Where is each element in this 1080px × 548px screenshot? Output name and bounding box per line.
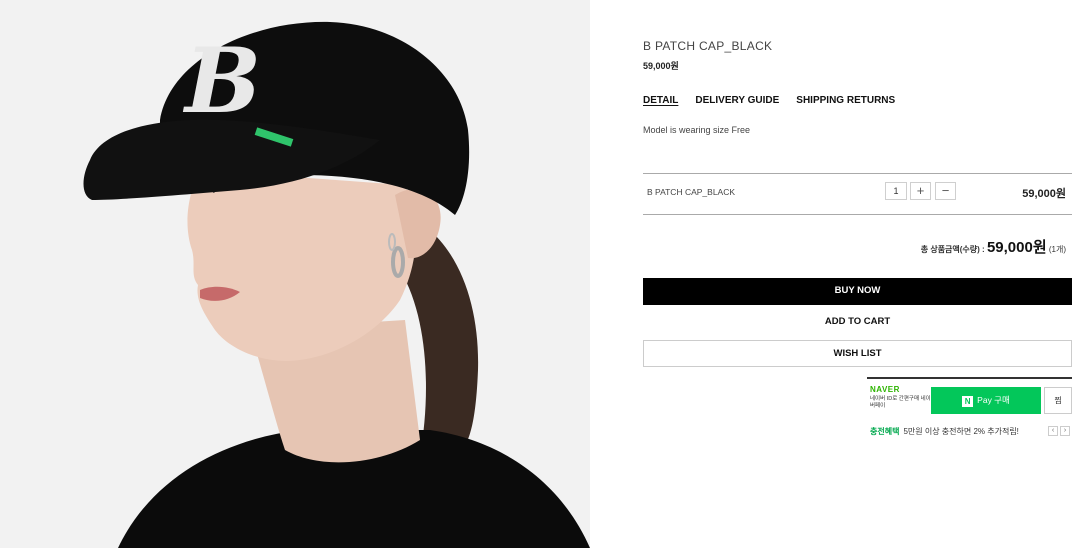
total-price: 총 상품금액(수량) : 59,000원 (1개) [921, 236, 1066, 257]
product-title: B PATCH CAP_BLACK [643, 39, 773, 53]
naver-subtitle: 네이버 ID로 간편구매 네이버페이 [870, 396, 931, 409]
total-label: 총 상품금액(수량) : [920, 245, 987, 254]
option-price: 59,000원 [1022, 188, 1066, 200]
naver-n-icon: N [962, 396, 974, 407]
naver-promo-arrows: ‹ › [1048, 426, 1070, 436]
wish-list-button[interactable]: WISH LIST [643, 340, 1072, 367]
naver-pay-label: Pay 구매 [977, 395, 1010, 405]
cap-letter-b: B [182, 28, 261, 134]
product-photo: B [0, 0, 590, 548]
naver-promo-body: 5만원 이상 충전하면 2% 추가적립! [903, 427, 1019, 436]
tab-delivery-guide[interactable]: DELIVERY GUIDE [695, 95, 779, 106]
add-to-cart-button[interactable]: ADD TO CART [643, 309, 1072, 336]
model-wearing-cap-image: B [0, 0, 590, 548]
naver-pay-button[interactable]: N Pay 구매 [931, 387, 1041, 414]
naver-logo: NAVER [870, 385, 900, 394]
chevron-left-icon[interactable]: ‹ [1048, 426, 1058, 436]
quantity-input[interactable]: 1 [885, 182, 907, 200]
product-page: B B PATCH CAP_BLACK 59,000원 DETAIL DELIV… [0, 0, 1080, 548]
option-name: B PATCH CAP_BLACK [647, 187, 736, 197]
total-amount: 59,000원 [986, 239, 1047, 256]
tab-detail[interactable]: DETAIL [643, 95, 678, 106]
naver-promo-text: 충전혜택 5만원 이상 충전하면 2% 추가적립! [870, 426, 1019, 437]
naver-pay-widget: NAVER 네이버 ID로 간편구매 네이버페이 N Pay 구매 찜 [867, 377, 1072, 417]
selected-option-row: B PATCH CAP_BLACK 1 + − 59,000원 [643, 173, 1072, 215]
naver-jjim-button[interactable]: 찜 [1044, 387, 1072, 414]
chevron-right-icon[interactable]: › [1060, 426, 1070, 436]
product-info-panel: B PATCH CAP_BLACK 59,000원 DETAIL DELIVER… [643, 0, 1073, 548]
total-count: (1개) [1046, 245, 1066, 254]
naver-promo-highlight: 충전혜택 [870, 427, 900, 436]
product-price: 59,000원 [643, 61, 679, 71]
buy-now-button[interactable]: BUY NOW [643, 278, 1072, 305]
quantity-minus-button[interactable]: − [935, 182, 956, 200]
tab-shipping-returns[interactable]: SHIPPING RETURNS [796, 95, 895, 106]
info-tabs: DETAIL DELIVERY GUIDE SHIPPING RETURNS [643, 95, 895, 106]
model-size-note: Model is wearing size Free [643, 125, 751, 135]
quantity-plus-button[interactable]: + [910, 182, 931, 200]
